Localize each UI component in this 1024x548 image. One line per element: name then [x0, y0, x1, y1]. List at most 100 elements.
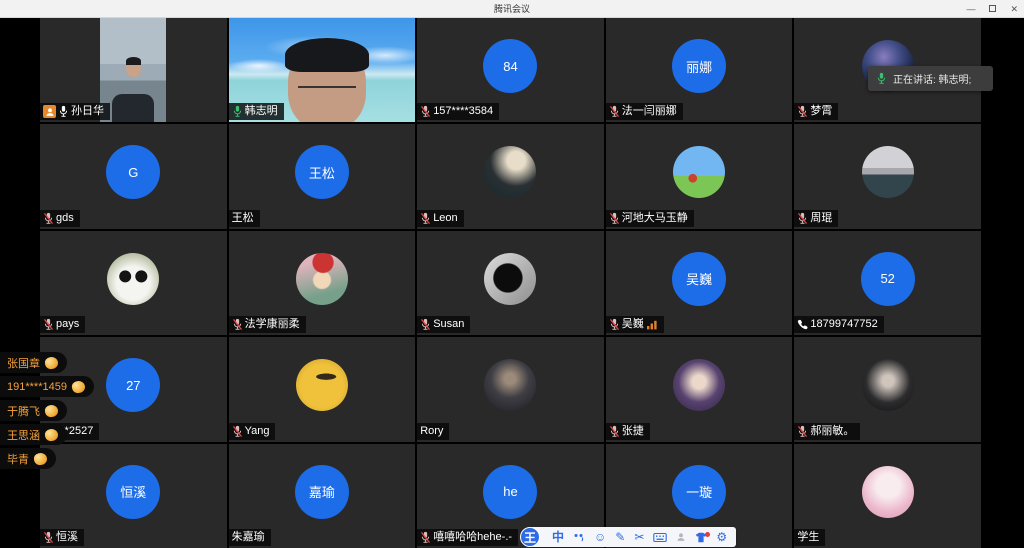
mic-muted-icon	[797, 425, 808, 438]
window-title: 腾讯会议	[494, 2, 530, 15]
participant-tile[interactable]: 吴巍 吴巍	[606, 231, 793, 335]
name-label: 张捷	[606, 423, 650, 440]
reaction-user-name: 毕青	[7, 451, 29, 467]
mic-muted-icon	[420, 212, 431, 225]
participant-tile[interactable]: 嘉瑜朱嘉瑜	[229, 444, 416, 548]
participant-tile[interactable]: Leon	[417, 124, 604, 228]
participant-tile[interactable]: Susan	[417, 231, 604, 335]
account-icon[interactable]	[676, 532, 686, 542]
avatar-photo-silhouette	[484, 253, 536, 305]
participant-tile[interactable]: 王松王松	[229, 124, 416, 228]
participant-tile[interactable]: 52 18799747752	[794, 231, 981, 335]
participant-name: 王松	[232, 211, 254, 226]
emoji-icon[interactable]: ☺	[594, 527, 606, 547]
participant-name: 河地大马玉静	[622, 211, 688, 226]
clap-hands-icon	[71, 379, 86, 393]
mic-muted-icon	[43, 212, 54, 225]
voice-icon[interactable]	[573, 531, 585, 543]
participant-tile[interactable]: Rory	[417, 337, 604, 441]
avatar-photo-man-photo	[484, 359, 536, 411]
name-label: 157****3584	[417, 103, 499, 120]
mic-muted-icon	[420, 105, 431, 118]
meeting-stage: 孙日华 韩志明84 157****3584丽娜 法一闫丽娜 梦霄G	[0, 18, 1024, 548]
participant-tile[interactable]: 周琨	[794, 124, 981, 228]
participant-tile[interactable]: G gds	[40, 124, 227, 228]
reaction-user-name: 张国章	[7, 355, 40, 371]
clap-hands-icon	[44, 403, 59, 417]
name-label: 韩志明	[229, 103, 284, 120]
mic-muted-icon	[232, 425, 243, 438]
mic-muted-icon	[420, 531, 431, 544]
minimize-button[interactable]: —	[966, 0, 975, 18]
maximize-icon	[989, 5, 996, 12]
reaction-bubbles: 张国章 191****1459 于腾飞 王思涵 毕青	[0, 352, 94, 469]
participant-name: pays	[56, 317, 79, 332]
participant-tile[interactable]: 丽娜 法一闫丽娜	[606, 18, 793, 122]
avatar-initials: 丽娜	[672, 39, 726, 93]
participant-tile[interactable]: 韩志明	[229, 18, 416, 122]
name-label: Rory	[417, 423, 449, 440]
reaction-bubble: 张国章	[0, 352, 67, 373]
participant-name: 18799747752	[810, 317, 877, 332]
participant-tile[interactable]: 学生	[794, 444, 981, 548]
ime-mode-toggle[interactable]: 中	[552, 527, 564, 547]
participant-name: 朱嘉瑜	[232, 530, 265, 545]
reaction-bubble: 191****1459	[0, 376, 94, 397]
ime-logo-icon[interactable]: 王	[520, 527, 540, 547]
participant-tile[interactable]: 郝丽敏。	[794, 337, 981, 441]
participant-name: 学生	[797, 530, 819, 545]
avatar-photo-anime-pink	[862, 466, 914, 518]
name-label: 吴巍	[606, 316, 664, 333]
name-label: 学生	[794, 529, 825, 546]
name-label: 郝丽敏。	[794, 423, 860, 440]
speaking-toast: 正在讲话: 韩志明;	[868, 66, 993, 91]
participant-tile[interactable]: Yang	[229, 337, 416, 441]
avatar-photo-anime-santa	[296, 253, 348, 305]
participant-tile[interactable]: 河地大马玉静	[606, 124, 793, 228]
participant-name: 张捷	[622, 424, 644, 439]
close-button[interactable]: ✕	[1010, 0, 1018, 18]
reaction-user-name: 于腾飞	[7, 403, 40, 419]
reaction-bubble: 于腾飞	[0, 400, 67, 421]
avatar-initials: 27	[106, 358, 160, 412]
participant-name: 韩志明	[245, 104, 278, 119]
participant-name: 梦霄	[810, 104, 832, 119]
participant-tile[interactable]: 张捷	[606, 337, 793, 441]
avatar-initials: G	[106, 145, 160, 199]
name-label: 法一闫丽娜	[606, 103, 683, 120]
avatar-photo-anime-purple	[673, 359, 725, 411]
participant-tile[interactable]: 法学康丽柔	[229, 231, 416, 335]
avatar-photo-cartoon-field	[673, 146, 725, 198]
participant-name: Yang	[245, 424, 270, 439]
phone-icon	[797, 319, 808, 330]
participant-tile[interactable]: pays	[40, 231, 227, 335]
skin-icon[interactable]	[695, 532, 707, 543]
participant-name: 吴巍	[622, 317, 644, 332]
avatar-photo-person-gray	[862, 146, 914, 198]
clap-hands-icon	[44, 355, 59, 369]
maximize-button[interactable]	[989, 0, 996, 18]
participant-name: 157****3584	[433, 104, 493, 119]
avatar-photo-panda	[107, 253, 159, 305]
mic-muted-icon	[43, 531, 54, 544]
handwriting-icon[interactable]: ✎	[615, 527, 625, 547]
speaking-toast-text: 正在讲话: 韩志明;	[893, 71, 971, 86]
name-label: 朱嘉瑜	[229, 529, 271, 546]
participant-name: gds	[56, 211, 74, 226]
reaction-user-name: 王思涵	[7, 427, 40, 443]
screenshot-icon[interactable]: ✂	[634, 527, 644, 547]
ime-toolbar[interactable]: 王 中 ☺✎✂ ⚙	[530, 527, 736, 547]
name-label: 恒溪	[40, 529, 84, 546]
network-signal-icon	[646, 319, 658, 330]
mic-muted-icon	[43, 318, 54, 331]
mic-icon	[232, 105, 243, 118]
name-label: 河地大马玉静	[606, 210, 694, 227]
participant-tile[interactable]: 84 157****3584	[417, 18, 604, 122]
name-label: gds	[40, 210, 80, 227]
window-titlebar: 腾讯会议 — ✕	[0, 0, 1024, 18]
participant-tile[interactable]: 孙日华	[40, 18, 227, 122]
mic-muted-icon	[797, 105, 808, 118]
participant-name: 孙日华	[71, 104, 104, 119]
keyboard-icon[interactable]	[653, 532, 667, 543]
settings-icon[interactable]: ⚙	[716, 527, 727, 547]
